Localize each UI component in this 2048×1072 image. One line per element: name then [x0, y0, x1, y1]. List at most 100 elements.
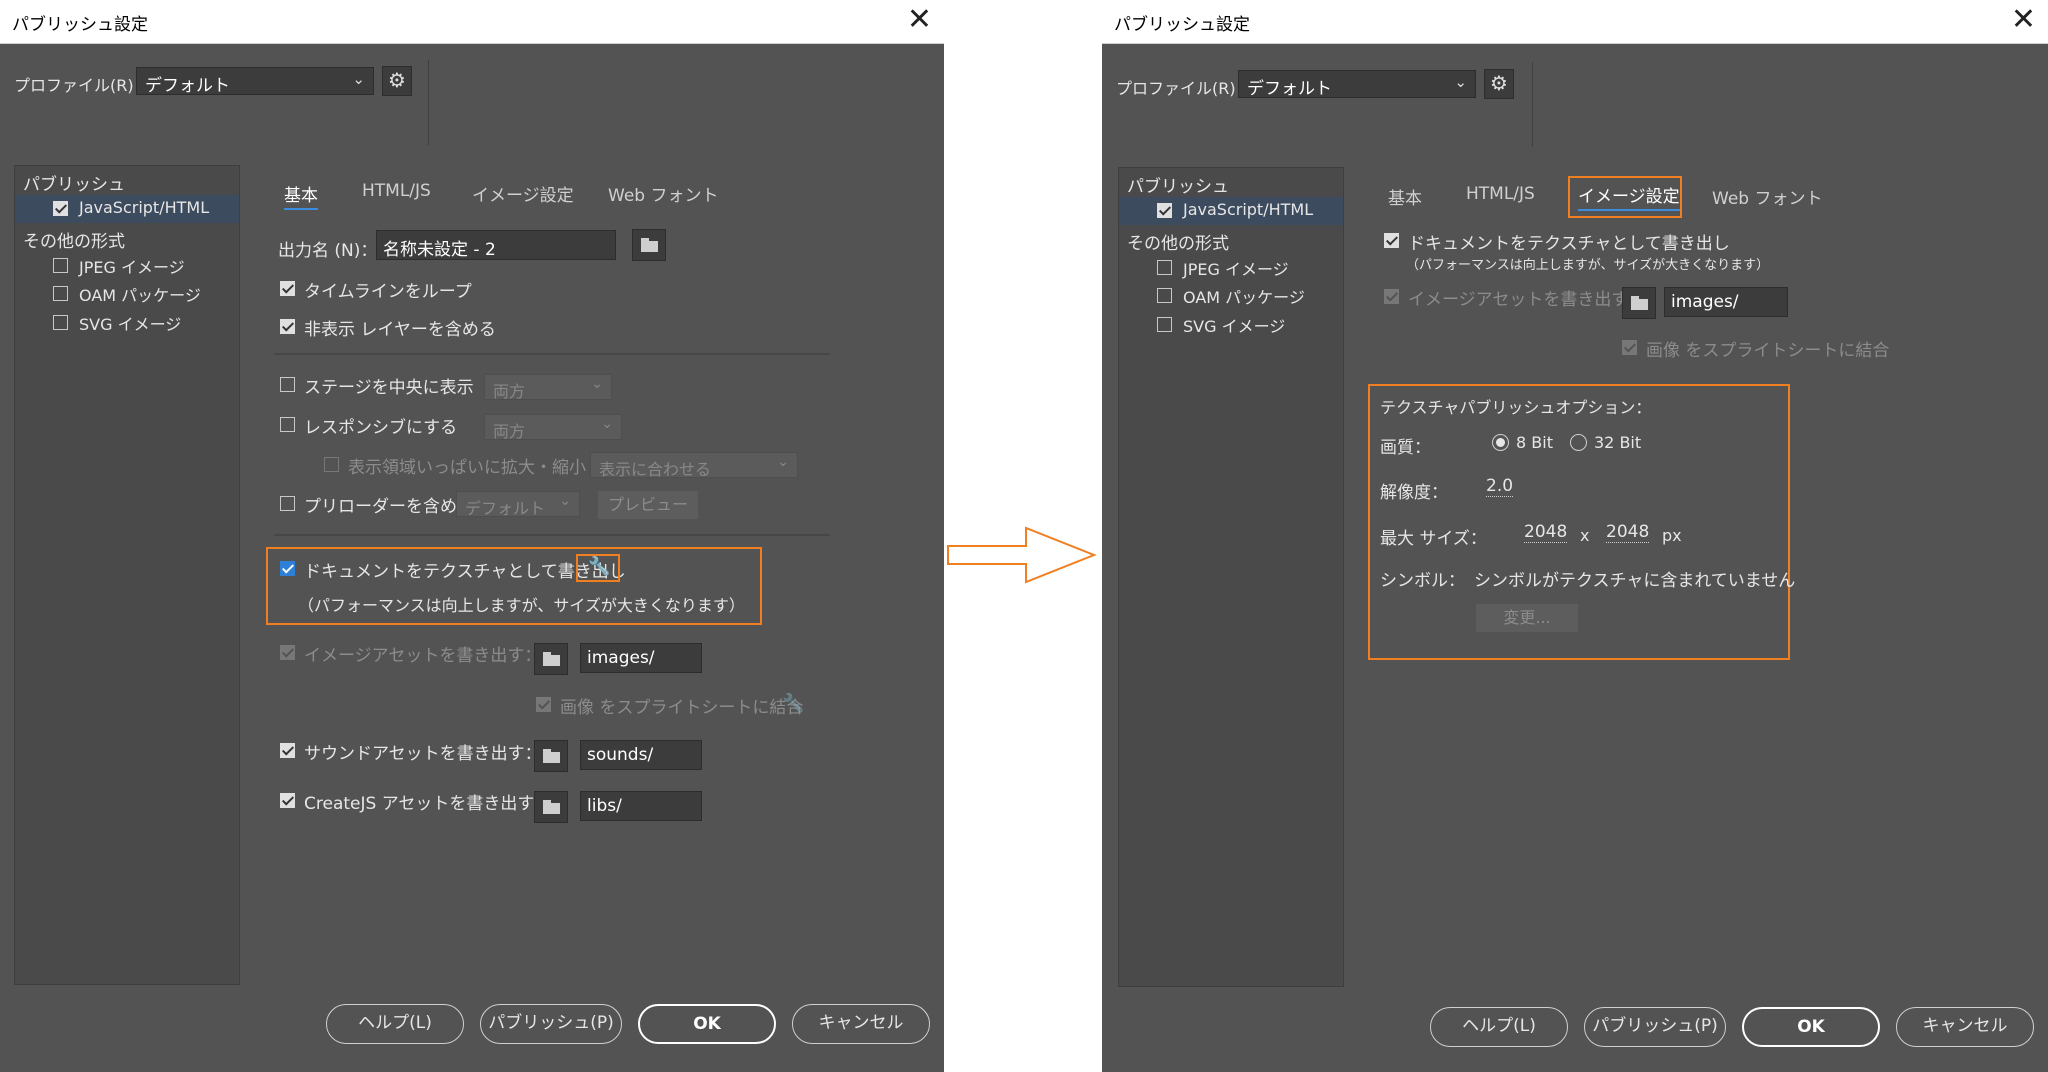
quality-label: 画質： — [1380, 438, 1431, 458]
checkbox-createjs-assets[interactable] — [280, 793, 295, 808]
texture-note: （パフォーマンスは向上しますが、サイズが大きくなります） — [298, 596, 745, 615]
preloader-select: デフォルト ⌄ — [456, 491, 580, 518]
chevron-down-icon: ⌄ — [591, 376, 603, 392]
max-size-label: 最大 サイズ： — [1380, 529, 1487, 549]
center-stage-value: 両方 — [493, 382, 526, 401]
chevron-down-icon: ⌄ — [601, 416, 613, 432]
checkbox-responsive[interactable] — [280, 417, 295, 432]
checkbox-svg[interactable] — [1157, 317, 1172, 332]
resolution-label: 解像度： — [1380, 483, 1448, 503]
tree-item-oam[interactable]: OAM パッケージ — [79, 282, 201, 306]
symbol-value: シンボルがテクスチャに含まれていません — [1474, 571, 1796, 591]
gear-icon[interactable]: ⚙ — [1484, 69, 1514, 99]
checkbox-preloader[interactable] — [280, 496, 295, 511]
help-button[interactable]: ヘルプ(L) — [326, 1004, 464, 1044]
size-separator: x — [1580, 526, 1590, 545]
tab-image-settings[interactable]: イメージ設定 — [472, 181, 574, 206]
sound-path-input[interactable]: sounds/ — [580, 740, 702, 770]
image-assets-label: イメージアセットを書き出す： — [1408, 290, 1646, 310]
checkbox-texture-export[interactable] — [1384, 233, 1399, 248]
tree-publish-header: パブリッシュ — [1127, 177, 1229, 197]
symbol-label: シンボル： — [1380, 571, 1465, 591]
wrench-icon[interactable]: 🔧 — [588, 556, 610, 577]
image-assets-label: イメージアセットを書き出す： — [304, 646, 542, 666]
radio-8bit[interactable] — [1492, 434, 1509, 451]
checkbox-jpeg[interactable] — [53, 258, 68, 273]
texture-options-header: テクスチャパブリッシュオプション： — [1380, 398, 1652, 417]
max-height-value[interactable]: 2048 — [1606, 522, 1650, 543]
cancel-button[interactable]: キャンセル — [792, 1004, 930, 1044]
radio-8bit-label: 8 Bit — [1516, 433, 1553, 452]
tab-image-settings[interactable]: イメージ設定 — [1578, 182, 1680, 211]
tree-item-jpeg[interactable]: JPEG イメージ — [79, 254, 185, 278]
scale-fill-label: 表示領域いっぱいに拡大・縮小 — [348, 458, 586, 478]
arrow-right-icon — [947, 526, 1097, 584]
checkbox-loop-timeline[interactable] — [280, 281, 295, 296]
profile-select[interactable]: デフォルト ⌄ — [1238, 70, 1476, 99]
checkbox-include-hidden[interactable] — [280, 319, 295, 334]
checkbox-sprite-sheet — [1622, 340, 1637, 355]
checkbox-js-html[interactable] — [1157, 203, 1172, 218]
tree-item-label: JavaScript/HTML — [1183, 200, 1314, 219]
checkbox-texture-export[interactable] — [280, 561, 295, 576]
image-path-input[interactable]: images/ — [580, 643, 702, 673]
close-icon[interactable]: ✕ — [907, 3, 932, 37]
folder-icon[interactable] — [534, 740, 568, 772]
divider — [428, 60, 429, 145]
texture-note: （パフォーマンスは向上しますが、サイズが大きくなります） — [1406, 258, 1770, 273]
profile-label: プロファイル(R)： — [14, 76, 150, 95]
dialog-title: パブリッシュ設定 — [12, 15, 148, 35]
gear-icon[interactable]: ⚙ — [382, 66, 412, 96]
tab-html-js[interactable]: HTML/JS — [1466, 184, 1535, 204]
checkbox-sprite-sheet — [536, 697, 551, 712]
folder-icon[interactable] — [534, 791, 568, 823]
tab-web-font[interactable]: Web フォント — [608, 181, 718, 206]
tree-item-jpeg[interactable]: JPEG イメージ — [1183, 256, 1289, 280]
close-icon[interactable]: ✕ — [2011, 3, 2036, 37]
folder-icon[interactable] — [632, 229, 666, 261]
profile-value: デフォルト — [145, 76, 230, 96]
checkbox-oam[interactable] — [53, 286, 68, 301]
scale-value: 表示に合わせる — [599, 460, 712, 479]
checkbox-js-html[interactable] — [53, 201, 68, 216]
tree-item-js-html[interactable]: JavaScript/HTML — [1119, 197, 1343, 225]
tree-item-js-html[interactable]: JavaScript/HTML — [15, 195, 239, 223]
tab-web-font[interactable]: Web フォント — [1712, 184, 1822, 209]
checkbox-center-stage[interactable] — [280, 377, 295, 392]
tree-other-header: その他の形式 — [23, 232, 125, 252]
output-name-input[interactable]: 名称未設定 - 2 — [376, 230, 616, 260]
wrench-icon: 🔧 — [782, 693, 805, 714]
tab-html-js[interactable]: HTML/JS — [362, 181, 431, 201]
tree-other-header: その他の形式 — [1127, 234, 1229, 254]
checkbox-svg[interactable] — [53, 315, 68, 330]
responsive-label: レスポンシブにする — [304, 418, 458, 438]
image-path-input[interactable]: images/ — [1664, 287, 1788, 317]
publish-button[interactable]: パブリッシュ(P) — [480, 1004, 622, 1044]
tree-item-label: JavaScript/HTML — [79, 198, 210, 217]
cancel-button[interactable]: キャンセル — [1896, 1007, 2034, 1047]
folder-icon[interactable] — [1622, 287, 1656, 319]
ok-button[interactable]: OK — [638, 1004, 776, 1044]
tree-item-svg[interactable]: SVG イメージ — [79, 311, 181, 335]
chevron-down-icon: ⌄ — [352, 70, 365, 88]
tab-basic[interactable]: 基本 — [1388, 184, 1422, 209]
tree-item-svg[interactable]: SVG イメージ — [1183, 313, 1285, 337]
size-unit: px — [1662, 526, 1682, 545]
sound-assets-label: サウンドアセットを書き出す： — [304, 744, 542, 764]
help-button[interactable]: ヘルプ(L) — [1430, 1007, 1568, 1047]
checkbox-image-assets — [280, 645, 295, 660]
ok-button[interactable]: OK — [1742, 1007, 1880, 1047]
folder-icon[interactable] — [534, 643, 568, 675]
tab-basic[interactable]: 基本 — [284, 181, 318, 210]
max-width-value[interactable]: 2048 — [1524, 522, 1568, 543]
checkbox-sound-assets[interactable] — [280, 743, 295, 758]
radio-32bit[interactable] — [1570, 434, 1587, 451]
tree-item-oam[interactable]: OAM パッケージ — [1183, 284, 1305, 308]
dialog-title: パブリッシュ設定 — [1114, 15, 1250, 35]
checkbox-jpeg[interactable] — [1157, 260, 1172, 275]
publish-button[interactable]: パブリッシュ(P) — [1584, 1007, 1726, 1047]
resolution-value[interactable]: 2.0 — [1486, 476, 1514, 497]
createjs-path-input[interactable]: libs/ — [580, 791, 702, 821]
profile-select[interactable]: デフォルト ⌄ — [136, 67, 374, 96]
checkbox-oam[interactable] — [1157, 288, 1172, 303]
